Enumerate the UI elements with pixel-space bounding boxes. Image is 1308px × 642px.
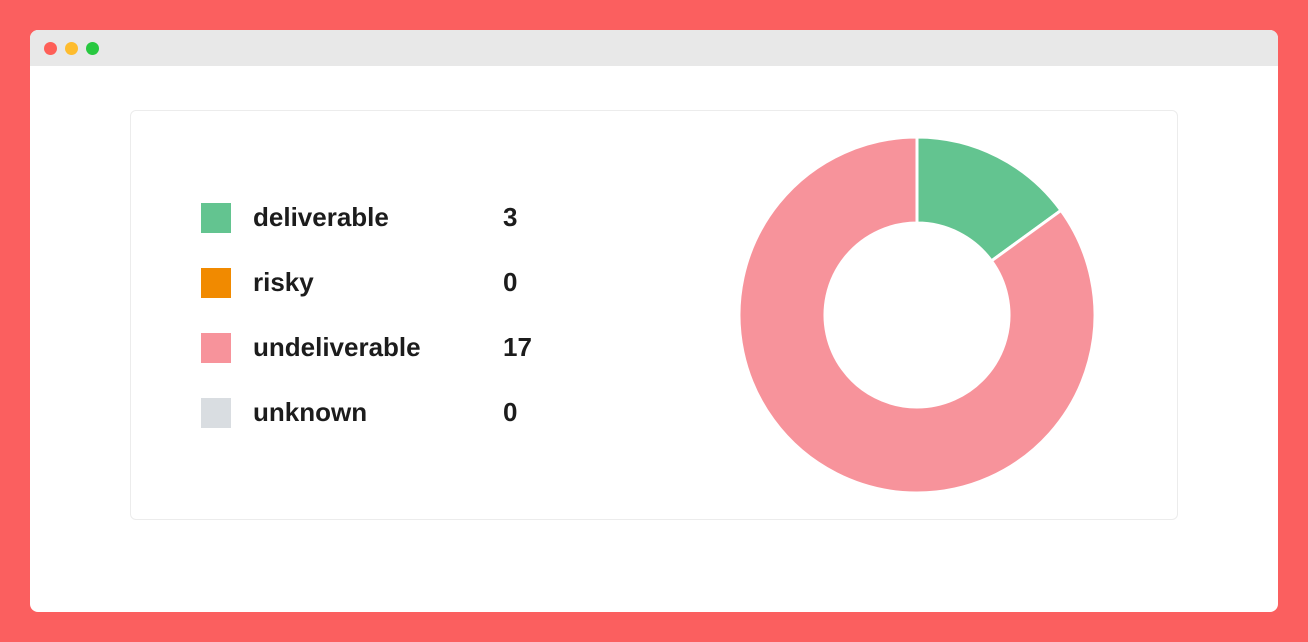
legend-row-risky: risky 0 [201,267,532,298]
donut-chart [737,135,1097,495]
swatch-unknown [201,398,231,428]
swatch-risky [201,268,231,298]
legend-value: 0 [503,397,517,428]
window-maximize-icon[interactable] [86,42,99,55]
swatch-deliverable [201,203,231,233]
legend-label: risky [253,267,503,298]
legend-label: undeliverable [253,332,503,363]
swatch-undeliverable [201,333,231,363]
legend-value: 17 [503,332,532,363]
results-card: deliverable 3 risky 0 undeliverable 17 u… [130,110,1178,520]
window-close-icon[interactable] [44,42,57,55]
browser-window: deliverable 3 risky 0 undeliverable 17 u… [30,30,1278,612]
legend-row-undeliverable: undeliverable 17 [201,332,532,363]
legend-row-unknown: unknown 0 [201,397,532,428]
window-titlebar [30,30,1278,66]
legend-row-deliverable: deliverable 3 [201,202,532,233]
window-content: deliverable 3 risky 0 undeliverable 17 u… [30,66,1278,612]
legend: deliverable 3 risky 0 undeliverable 17 u… [201,202,532,428]
legend-value: 3 [503,202,517,233]
legend-value: 0 [503,267,517,298]
window-minimize-icon[interactable] [65,42,78,55]
legend-label: deliverable [253,202,503,233]
legend-label: unknown [253,397,503,428]
